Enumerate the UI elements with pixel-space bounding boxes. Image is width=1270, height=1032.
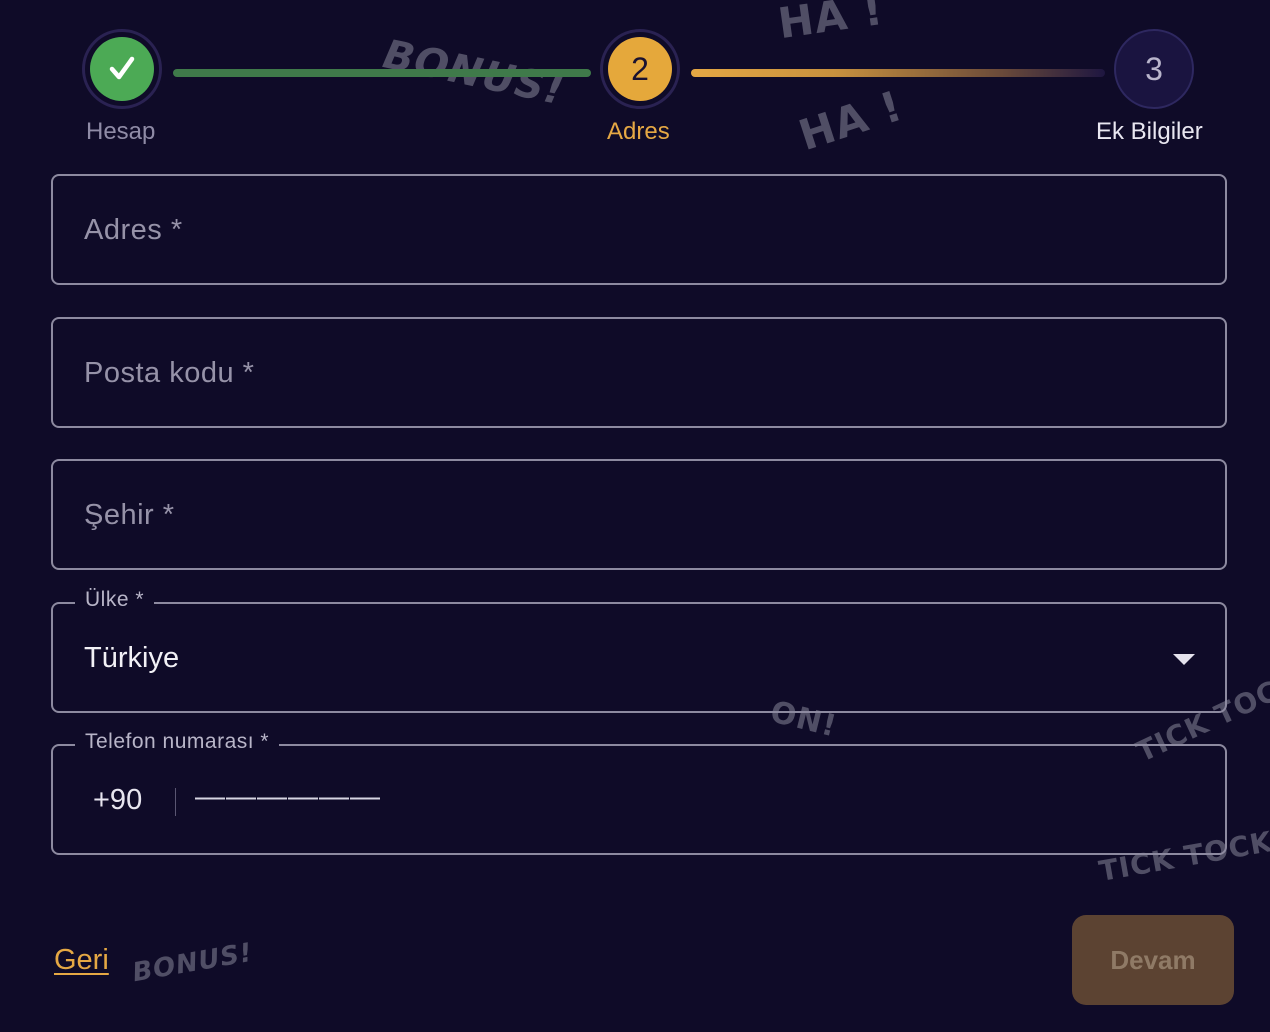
address-placeholder: Adres * xyxy=(84,214,183,246)
phone-label: Telefon numarası * xyxy=(75,730,280,754)
address-field[interactable]: Adres * xyxy=(51,174,1227,285)
city-field[interactable]: Şehir * xyxy=(51,459,1227,570)
step-label-adres: Adres xyxy=(607,118,670,145)
step-label-ek-bilgiler: Ek Bilgiler xyxy=(1096,118,1203,145)
city-placeholder: Şehir * xyxy=(84,499,175,531)
step-hesap xyxy=(82,29,162,109)
country-value: Türkiye xyxy=(84,642,180,674)
checkmark-icon xyxy=(90,37,154,101)
continue-button[interactable]: Devam xyxy=(1072,915,1234,1005)
step-number: 2 xyxy=(608,37,672,101)
phone-field[interactable]: Telefon numarası * +90 —————— xyxy=(51,730,1227,855)
country-select[interactable]: Ülke * Türkiye xyxy=(51,588,1227,713)
progress-stepper: 2 3 Hesap Adres Ek Bilgiler xyxy=(0,0,1270,160)
step-label-hesap: Hesap xyxy=(86,118,156,145)
stepper-connector-completed xyxy=(173,69,591,77)
phone-country-code[interactable]: +90 xyxy=(93,784,142,817)
phone-input-mask[interactable]: —————— xyxy=(195,780,381,814)
registration-page: BONUS! HA ! HA ! BONUS! TICK TOCK TICK T… xyxy=(0,0,1270,1032)
country-label: Ülke * xyxy=(75,588,155,612)
stepper-connector-active xyxy=(691,69,1105,77)
phone-prefix-divider xyxy=(175,788,176,816)
step-ek-bilgiler: 3 xyxy=(1114,29,1194,109)
step-adres: 2 xyxy=(600,29,680,109)
chevron-down-icon[interactable] xyxy=(1173,654,1195,665)
step-number: 3 xyxy=(1145,50,1163,87)
checkmark-icon-svg xyxy=(109,56,135,80)
postal-code-placeholder: Posta kodu * xyxy=(84,357,255,389)
postal-code-field[interactable]: Posta kodu * xyxy=(51,317,1227,428)
back-link[interactable]: Geri xyxy=(54,944,109,977)
doodle-bonus-bottom: BONUS! xyxy=(130,937,256,989)
